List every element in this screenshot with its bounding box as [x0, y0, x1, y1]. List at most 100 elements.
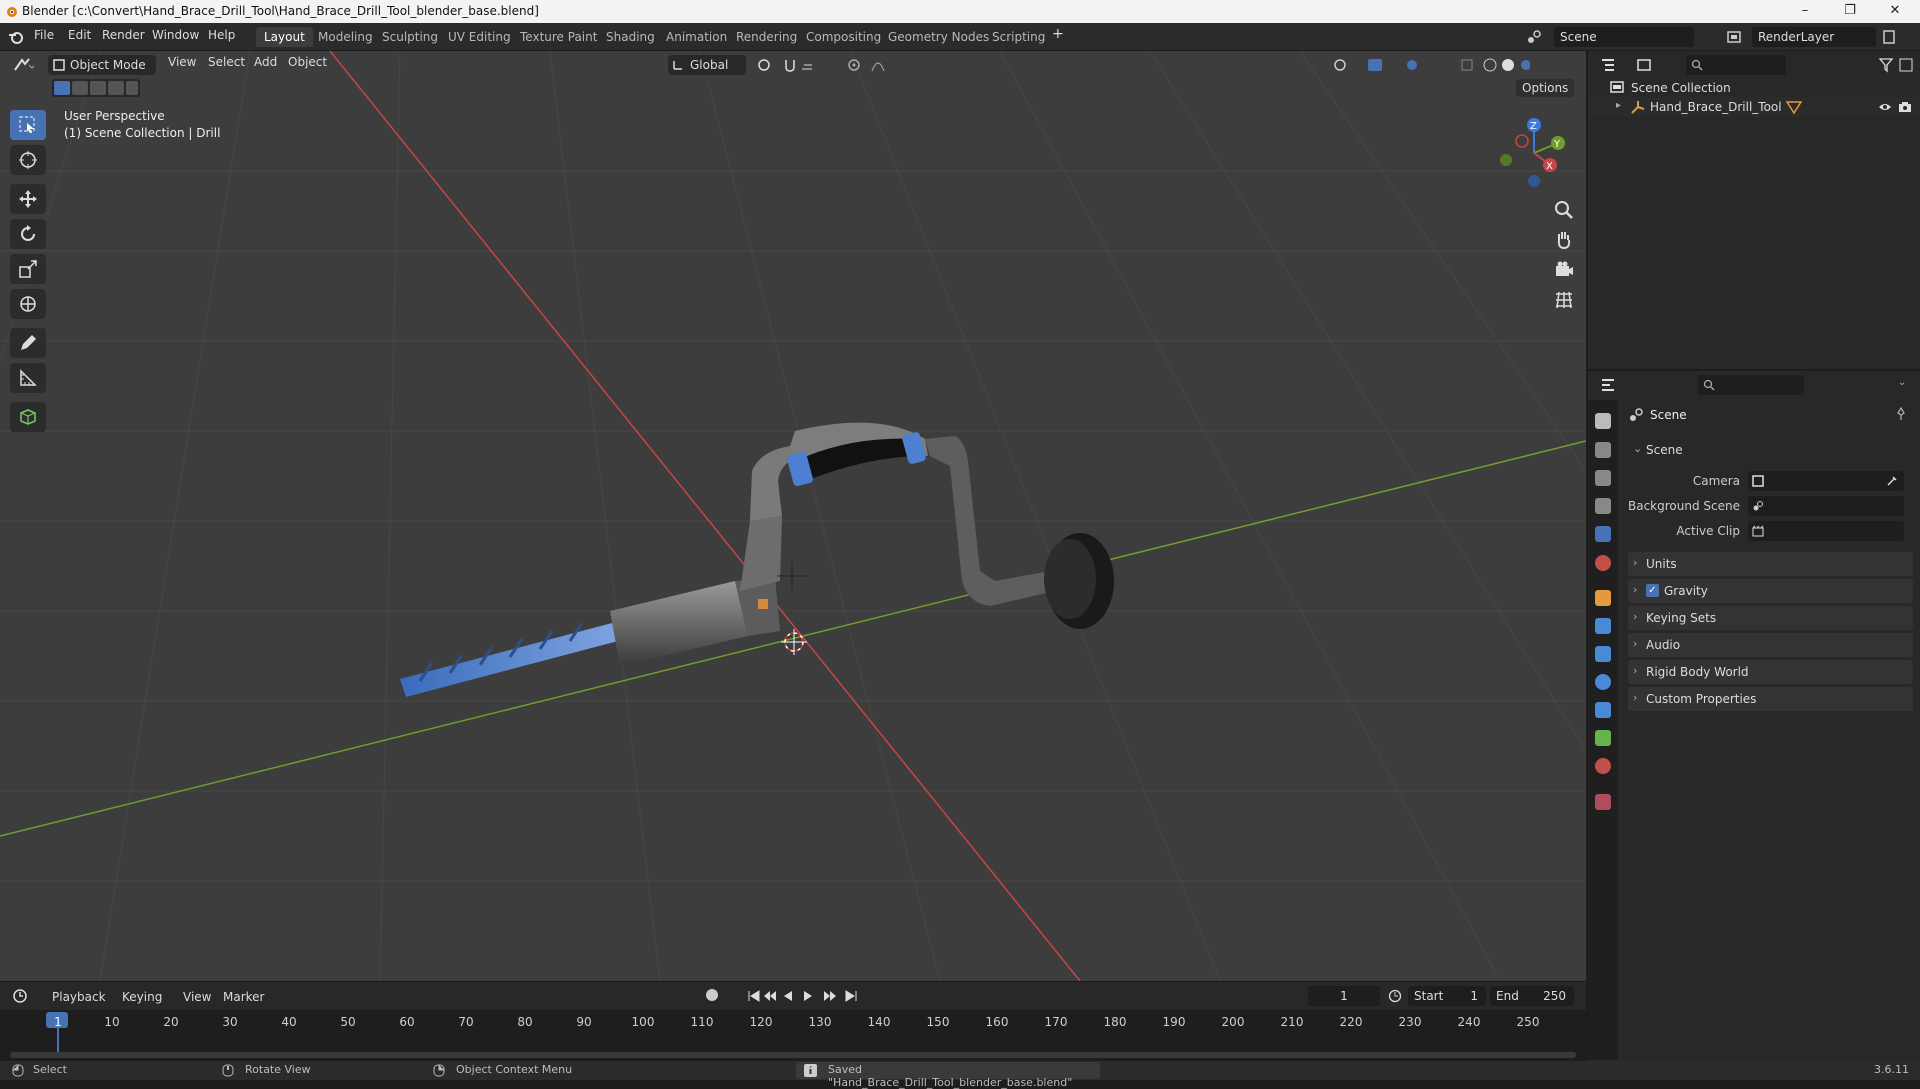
viewport-menu-select[interactable]: Select [208, 55, 245, 69]
select-mode-invert-icon[interactable] [108, 81, 124, 95]
preview-range-icon[interactable] [1388, 989, 1402, 1003]
pivot-snap-icons[interactable] [756, 57, 816, 73]
tool-annotate[interactable] [10, 328, 46, 358]
start-frame-field[interactable]: Start 1 [1408, 986, 1486, 1006]
outliner-item-label[interactable]: Hand_Brace_Drill_Tool [1650, 100, 1782, 114]
pin-icon[interactable] [1894, 407, 1908, 421]
scene-tab-icon[interactable] [1595, 526, 1611, 542]
active-clip-field[interactable] [1748, 521, 1904, 541]
texture-tab-icon[interactable] [1595, 794, 1611, 810]
menu-window[interactable]: Window [152, 28, 199, 42]
maximize-button[interactable]: ❐ [1835, 2, 1865, 20]
blender-menu-icon[interactable] [8, 29, 24, 45]
timeline-menu-playback[interactable]: Playback [52, 990, 106, 1004]
zoom-view-button[interactable] [1550, 196, 1578, 224]
tool-select-box[interactable] [10, 110, 46, 140]
custom-properties-panel[interactable]: › Custom Properties [1628, 687, 1913, 711]
output-tab-icon[interactable] [1595, 470, 1611, 486]
eyedropper-icon[interactable] [1886, 475, 1898, 487]
end-frame-field[interactable]: End 250 [1490, 986, 1574, 1006]
units-panel[interactable]: › Units [1628, 552, 1913, 576]
menu-file[interactable]: File [34, 28, 54, 42]
timeline-menu-keying[interactable]: Keying [122, 990, 162, 1004]
expand-arrow-icon[interactable]: ▸ [1616, 100, 1621, 111]
world-tab-icon[interactable] [1595, 555, 1611, 571]
add-workspace-icon[interactable]: + [1052, 26, 1064, 42]
playback-controls[interactable] [746, 988, 866, 1004]
tool-scale[interactable] [10, 254, 46, 284]
scene-icon[interactable] [1526, 29, 1542, 45]
viewport-menu-add[interactable]: Add [254, 55, 277, 69]
constraints-tab-icon[interactable] [1595, 702, 1611, 718]
properties-options-icon[interactable]: ⌄ [1898, 377, 1906, 388]
select-mode-extend-icon[interactable] [72, 81, 88, 95]
auto-keying-record-icon[interactable] [706, 989, 718, 1001]
filter-icon[interactable] [1878, 57, 1914, 73]
viewport-menu-object[interactable]: Object [288, 55, 327, 69]
visibility-eye-icon[interactable] [1878, 100, 1892, 114]
tool-transform[interactable] [10, 289, 46, 319]
status-report[interactable]: Saved "Hand_Brace_Drill_Tool_blender_bas… [796, 1062, 1100, 1089]
outliner-search-input[interactable] [1686, 55, 1786, 75]
gravity-checkbox[interactable]: ✓ [1646, 584, 1659, 597]
scene-collection-label[interactable]: Scene Collection [1631, 81, 1731, 95]
viewport-menu-view[interactable]: View [168, 55, 196, 69]
viewport-shading-controls[interactable] [1330, 57, 1530, 73]
particles-tab-icon[interactable] [1595, 646, 1611, 662]
close-button[interactable]: ✕ [1880, 2, 1910, 20]
tab-rendering[interactable]: Rendering [728, 27, 805, 47]
tab-texture-paint[interactable]: Texture Paint [512, 27, 605, 47]
menu-help[interactable]: Help [208, 28, 235, 42]
rigid-body-world-panel[interactable]: › Rigid Body World [1628, 660, 1913, 684]
current-frame-field[interactable]: 1 [1308, 986, 1380, 1006]
pan-view-button[interactable] [1550, 226, 1578, 254]
render-tab-icon[interactable] [1595, 442, 1611, 458]
physics-tab-icon[interactable] [1595, 674, 1611, 690]
outliner-row[interactable]: ▸ Hand_Brace_Drill_Tool [1588, 97, 1920, 117]
view-layer-icon[interactable] [1726, 29, 1742, 45]
ortho-toggle-button[interactable] [1550, 286, 1578, 314]
timeline-scrollbar[interactable] [10, 1052, 1576, 1058]
tool-move[interactable] [10, 184, 46, 214]
tool-add-cube[interactable] [10, 402, 46, 432]
new-view-layer-icon[interactable] [1882, 29, 1898, 45]
modifier-icon[interactable] [1784, 99, 1804, 115]
material-tab-icon[interactable] [1595, 758, 1611, 774]
select-mode-intersect-icon[interactable] [126, 81, 138, 95]
tool-cursor[interactable] [10, 145, 46, 175]
object-tab-icon[interactable] [1595, 590, 1611, 606]
tab-layout[interactable]: Layout [256, 27, 313, 47]
timeline-menu-view[interactable]: View [183, 990, 211, 1004]
data-tab-icon[interactable] [1595, 730, 1611, 746]
camera-view-button[interactable] [1550, 256, 1578, 284]
camera-field[interactable] [1748, 471, 1904, 491]
tab-uv-editing[interactable]: UV Editing [440, 27, 519, 47]
view-layer-tab-icon[interactable] [1595, 498, 1611, 514]
minimize-button[interactable]: – [1790, 2, 1820, 20]
render-camera-icon[interactable] [1898, 100, 1912, 114]
select-mode-subtract-icon[interactable] [90, 81, 106, 95]
scene-panel-header[interactable]: ⌄ Scene [1628, 438, 1913, 462]
modifier-tab-icon[interactable] [1595, 618, 1611, 634]
audio-panel[interactable]: › Audio [1628, 633, 1913, 657]
properties-editor-icon[interactable] [1600, 377, 1630, 393]
keying-sets-panel[interactable]: › Keying Sets [1628, 606, 1913, 630]
tab-modeling[interactable]: Modeling [310, 27, 381, 47]
properties-search-input[interactable] [1698, 375, 1804, 395]
3d-cursor[interactable] [781, 629, 807, 655]
navigation-gizmo[interactable]: Z Y X [1494, 113, 1574, 193]
hand-brace-drill-model[interactable] [400, 422, 1114, 697]
tab-scripting[interactable]: Scripting [984, 27, 1053, 47]
tab-animation[interactable]: Animation [658, 27, 735, 47]
editor-type-icon[interactable] [12, 55, 34, 75]
gravity-panel[interactable]: › ✓ Gravity [1628, 579, 1913, 603]
tab-sculpting[interactable]: Sculpting [374, 27, 446, 47]
display-mode-icon[interactable] [1636, 57, 1662, 73]
tool-rotate[interactable] [10, 219, 46, 249]
select-mode-group[interactable] [52, 79, 140, 97]
tab-geometry-nodes[interactable]: Geometry Nodes [880, 27, 997, 47]
proportional-edit-icon[interactable] [846, 57, 896, 73]
tab-compositing[interactable]: Compositing [798, 27, 889, 47]
background-scene-field[interactable] [1748, 496, 1904, 516]
tool-tab-icon[interactable] [1595, 413, 1611, 429]
